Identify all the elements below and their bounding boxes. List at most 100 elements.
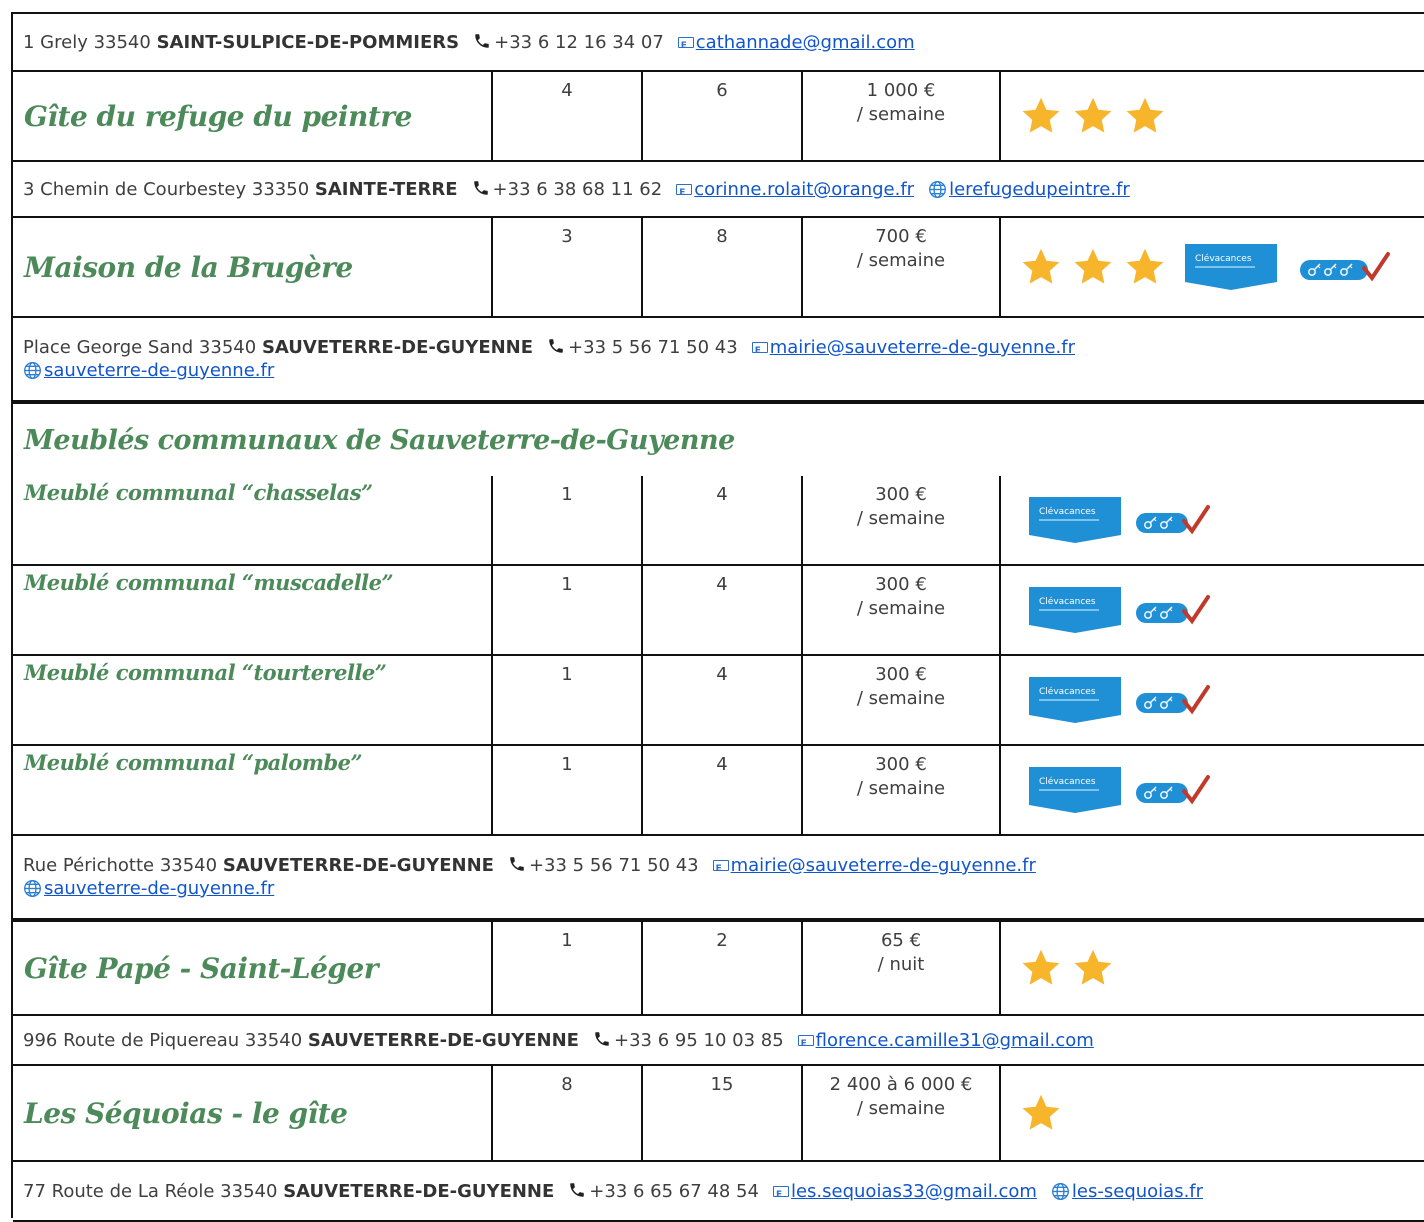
phone-icon: [473, 32, 491, 50]
listing-row: Gîte Papé - Saint-Léger 1 2 65 € / nuit: [13, 922, 1424, 1016]
email-icon: [772, 1184, 789, 1207]
clevacances-logo: Clévacances: [1019, 587, 1121, 633]
svg-text:Clévacances: Clévacances: [1039, 506, 1096, 517]
beds-count: 15: [641, 1066, 801, 1160]
listing-row: Meublé communal “muscadelle” 1 4 300 € / sem…: [13, 566, 1424, 656]
phone-number: +33 5 56 71 50 43: [568, 337, 738, 358]
listing-row: Meublé communal “palombe” 1 4 300 € / semain…: [13, 746, 1424, 836]
labels-cell: [999, 72, 1424, 160]
email-icon: [751, 340, 768, 363]
star-icon: [1019, 947, 1063, 989]
rooms-count: 4: [491, 72, 641, 160]
svg-text:Clévacances: Clévacances: [1039, 596, 1096, 607]
price-period: / semaine: [856, 688, 946, 709]
street: 996 Route de Piquereau 33540: [23, 1029, 303, 1051]
labels-cell: Clévacances: [999, 218, 1424, 316]
beds-count: 6: [641, 72, 801, 160]
price-cell: 300 € / semaine: [801, 656, 999, 744]
website-link[interactable]: sauveterre-de-guyenne.fr: [44, 360, 274, 381]
clevacances-logo: Clévacances: [1019, 677, 1121, 723]
svg-text:Clévacances: Clévacances: [1195, 253, 1252, 264]
clevacances-logo: Clévacances: [1019, 497, 1121, 543]
phone-number: +33 6 65 67 48 54: [589, 1180, 759, 1202]
price-value: 65 €: [880, 930, 922, 951]
beds-count: 4: [641, 476, 801, 564]
globe-icon: [1051, 1182, 1070, 1201]
listing-name: Meublé communal “chasselas”: [24, 480, 373, 505]
rooms-count: 1: [491, 922, 641, 1014]
clevacances-logo: Clévacances: [1175, 244, 1277, 290]
price-period: / semaine: [856, 598, 946, 619]
star-icon: [1123, 246, 1167, 288]
website-link[interactable]: sauveterre-de-guyenne.fr: [44, 878, 274, 899]
price-value: 300 €: [875, 664, 927, 685]
price-period: / semaine: [856, 508, 946, 529]
beds-count: 2: [641, 922, 801, 1014]
email-icon: [676, 182, 693, 205]
star-icon: [1019, 95, 1063, 137]
email-link[interactable]: les.sequoias33@gmail.com: [791, 1181, 1037, 1202]
price-period: / semaine: [856, 250, 946, 271]
phone-number: +33 6 95 10 03 85: [613, 1029, 784, 1051]
email-link[interactable]: mairie@sauveterre-de-guyenne.fr: [731, 855, 1036, 876]
listing-name: Meublé communal “muscadelle”: [24, 570, 394, 595]
phone-icon: [568, 1181, 586, 1199]
group-header: Meublés communaux de Sauveterre-de-Guyen…: [13, 404, 1424, 476]
address-row: 77 Route de La Réole 33540 SAUVETERRE-DE…: [13, 1162, 1424, 1222]
price-period: / semaine: [856, 778, 946, 799]
star-icon: [1123, 95, 1167, 137]
address-row: 3 Chemin de Courbestey 33350 SAINTE-TERR…: [13, 162, 1424, 218]
email-link[interactable]: cathannade@gmail.com: [696, 32, 915, 53]
clevacances-keys-icon: [1285, 250, 1393, 284]
town: SAUVETERRE-DE-GUYENNE: [222, 855, 494, 876]
email-icon: [677, 35, 694, 58]
street: 3 Chemin de Courbestey 33350: [23, 178, 310, 200]
listing-row: Maison de la Brugère 3 8 700 € / semaine Clév…: [13, 218, 1424, 318]
price-cell: 300 € / semaine: [801, 746, 999, 834]
clevacances-keys-icon: [1129, 593, 1221, 627]
phone-icon: [508, 855, 526, 873]
clevacances-keys-icon: [1129, 503, 1221, 537]
website-link[interactable]: les-sequoias.fr: [1072, 1181, 1203, 1202]
street: 1 Grely 33540: [23, 31, 151, 53]
price-value: 300 €: [875, 484, 927, 505]
rooms-count: 1: [491, 746, 641, 834]
globe-icon: [928, 180, 947, 199]
town: SAINT-SULPICE-DE-POMMIERS: [156, 31, 460, 53]
svg-text:Clévacances: Clévacances: [1039, 776, 1096, 787]
phone-number: +33 5 56 71 50 43: [528, 855, 699, 876]
price-period: / semaine: [856, 1098, 946, 1119]
labels-cell: Clévacances: [999, 656, 1424, 744]
price-cell: 65 € / nuit: [801, 922, 999, 1014]
phone-number: +33 6 12 16 34 07: [494, 31, 664, 53]
price-cell: 300 € / semaine: [801, 566, 999, 654]
address-row: 996 Route de Piquereau 33540 SAUVETERRE-…: [13, 1016, 1424, 1066]
clevacances-keys-icon: [1129, 773, 1221, 807]
labels-cell: Clévacances: [999, 566, 1424, 654]
star-icon: [1071, 246, 1115, 288]
rooms-count: 1: [491, 566, 641, 654]
price-value: 1 000 €: [866, 80, 936, 101]
labels-cell: [999, 922, 1424, 1014]
price-value: 2 400 à 6 000 €: [829, 1074, 973, 1095]
town: SAINTE-TERRE: [314, 178, 458, 200]
street: Rue Périchotte 33540: [23, 855, 218, 876]
rooms-count: 3: [491, 218, 641, 316]
price-cell: 300 € / semaine: [801, 476, 999, 564]
star-icon: [1071, 95, 1115, 137]
price-cell: 1 000 € / semaine: [801, 72, 999, 160]
email-link[interactable]: corinne.rolait@orange.fr: [694, 179, 914, 200]
clevacances-logo: Clévacances: [1019, 767, 1121, 813]
price-value: 300 €: [875, 754, 927, 775]
clevacances-keys-icon: [1129, 683, 1221, 717]
website-link[interactable]: lerefugedupeintre.fr: [949, 179, 1130, 200]
price-value: 300 €: [875, 574, 927, 595]
labels-cell: [999, 1066, 1424, 1160]
email-link[interactable]: mairie@sauveterre-de-guyenne.fr: [770, 337, 1075, 358]
labels-cell: Clévacances: [999, 476, 1424, 564]
price-period: / semaine: [856, 104, 946, 125]
email-icon: [712, 858, 729, 881]
street: 77 Route de La Réole 33540: [23, 1180, 278, 1202]
rooms-count: 1: [491, 476, 641, 564]
email-link[interactable]: florence.camille31@gmail.com: [816, 1030, 1094, 1051]
